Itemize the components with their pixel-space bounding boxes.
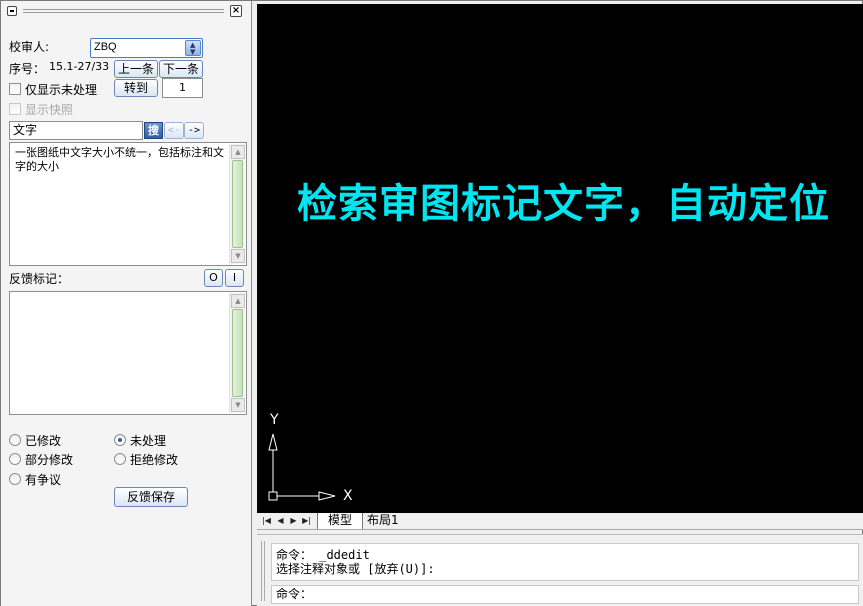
prev-tab-icon[interactable]: ◀ xyxy=(275,515,286,526)
ucs-icon xyxy=(268,433,336,501)
comment-textarea[interactable]: 一张图纸中文字大小不统一，包括标注和文字的大小 ▲ ▼ xyxy=(9,142,247,266)
command-input[interactable]: 命令： xyxy=(271,585,859,604)
nav-back-button[interactable]: <- xyxy=(164,122,184,139)
nav-forward-button[interactable]: -> xyxy=(184,122,204,139)
next-tab-icon[interactable]: ▶ xyxy=(288,515,299,526)
only-unprocessed-checkbox[interactable] xyxy=(9,83,21,95)
scroll-up-icon[interactable]: ▲ xyxy=(231,294,245,308)
last-tab-icon[interactable]: ▶| xyxy=(301,515,312,526)
comment-scrollbar[interactable]: ▲ ▼ xyxy=(229,144,245,264)
reviewer-label: 校审人: xyxy=(9,40,50,54)
status-radio-modified[interactable] xyxy=(9,434,21,446)
command-history-line: 命令： _ddedit xyxy=(276,548,370,562)
feedback-textarea[interactable]: ▲ ▼ xyxy=(9,291,247,415)
command-prompt: 命令： xyxy=(276,587,313,601)
show-snapshot-label: 显示快照 xyxy=(25,103,74,117)
scroll-up-icon[interactable]: ▲ xyxy=(231,145,245,159)
mark-o-button[interactable]: O xyxy=(204,269,223,287)
scroll-down-icon[interactable]: ▼ xyxy=(231,398,245,412)
scroll-down-icon[interactable]: ▼ xyxy=(231,249,245,263)
reviewer-select[interactable]: ZBQ ▲ ▼ xyxy=(90,38,203,58)
command-history-line: 选择注释对象或 [放弃(U)]: xyxy=(276,562,435,576)
collapse-icon[interactable] xyxy=(7,6,17,16)
axis-x-label: X xyxy=(343,488,353,504)
panel-titlebar: × xyxy=(3,4,246,18)
status-radio-rejected[interactable] xyxy=(114,453,126,465)
status-radio-partial[interactable] xyxy=(9,453,21,465)
feedback-scrollbar[interactable]: ▲ ▼ xyxy=(229,293,245,413)
close-icon[interactable]: × xyxy=(230,5,242,17)
seq-value: 15.1-27/33 xyxy=(49,60,110,73)
status-label-rejected: 拒绝修改 xyxy=(130,453,179,467)
status-radio-unprocessed[interactable] xyxy=(114,434,126,446)
seq-label: 序号： xyxy=(9,62,46,76)
only-unprocessed-label: 仅显示未处理 xyxy=(25,83,98,97)
axis-y-label: Y xyxy=(270,412,279,428)
comment-text: 一张图纸中文字大小不统一，包括标注和文字的大小 xyxy=(15,146,224,173)
show-snapshot-checkbox[interactable] xyxy=(9,103,21,115)
prev-button[interactable]: 上一条 xyxy=(114,60,158,78)
scroll-thumb[interactable] xyxy=(232,309,243,397)
search-button[interactable]: 搜 xyxy=(144,122,163,139)
drawing-canvas[interactable]: 检索审图标记文字，自动定位 Y X xyxy=(257,4,863,513)
goto-input[interactable]: 1 xyxy=(162,78,203,98)
next-button[interactable]: 下一条 xyxy=(159,60,203,78)
scroll-thumb[interactable] xyxy=(232,160,243,248)
goto-button[interactable]: 转到 xyxy=(114,79,158,97)
status-radio-disputed[interactable] xyxy=(9,473,21,485)
status-label-unprocessed: 未处理 xyxy=(130,434,167,448)
review-panel: × 校审人: ZBQ ▲ ▼ 序号： 15.1-27/33 上一条 下一条 仅显示… xyxy=(1,1,252,606)
app-window: × 校审人: ZBQ ▲ ▼ 序号： 15.1-27/33 上一条 下一条 仅显示… xyxy=(0,0,863,606)
layout-tabbar: |◀ ◀ ▶ ▶| 模型 布局1 xyxy=(257,513,863,530)
tab-layout1[interactable]: 布局1 xyxy=(357,513,409,529)
status-label-partial: 部分修改 xyxy=(25,453,74,467)
status-label-disputed: 有争议 xyxy=(25,473,62,487)
save-feedback-button[interactable]: 反馈保存 xyxy=(114,487,188,507)
titlebar-grip[interactable] xyxy=(23,9,224,13)
search-input[interactable]: 文字 xyxy=(9,121,143,140)
first-tab-icon[interactable]: |◀ xyxy=(261,515,272,526)
command-grip[interactable] xyxy=(261,541,265,601)
command-history: 命令： _ddedit 选择注释对象或 [放弃(U)]: xyxy=(271,543,859,581)
reviewer-value: ZBQ xyxy=(94,41,117,53)
mark-i-button[interactable]: I xyxy=(225,269,244,287)
spin-updown-icon[interactable]: ▲ ▼ xyxy=(185,40,201,56)
feedback-label: 反馈标记： xyxy=(9,272,70,286)
status-label-modified: 已修改 xyxy=(25,434,62,448)
command-area: 命令： _ddedit 选择注释对象或 [放弃(U)]: 命令： xyxy=(257,534,863,606)
